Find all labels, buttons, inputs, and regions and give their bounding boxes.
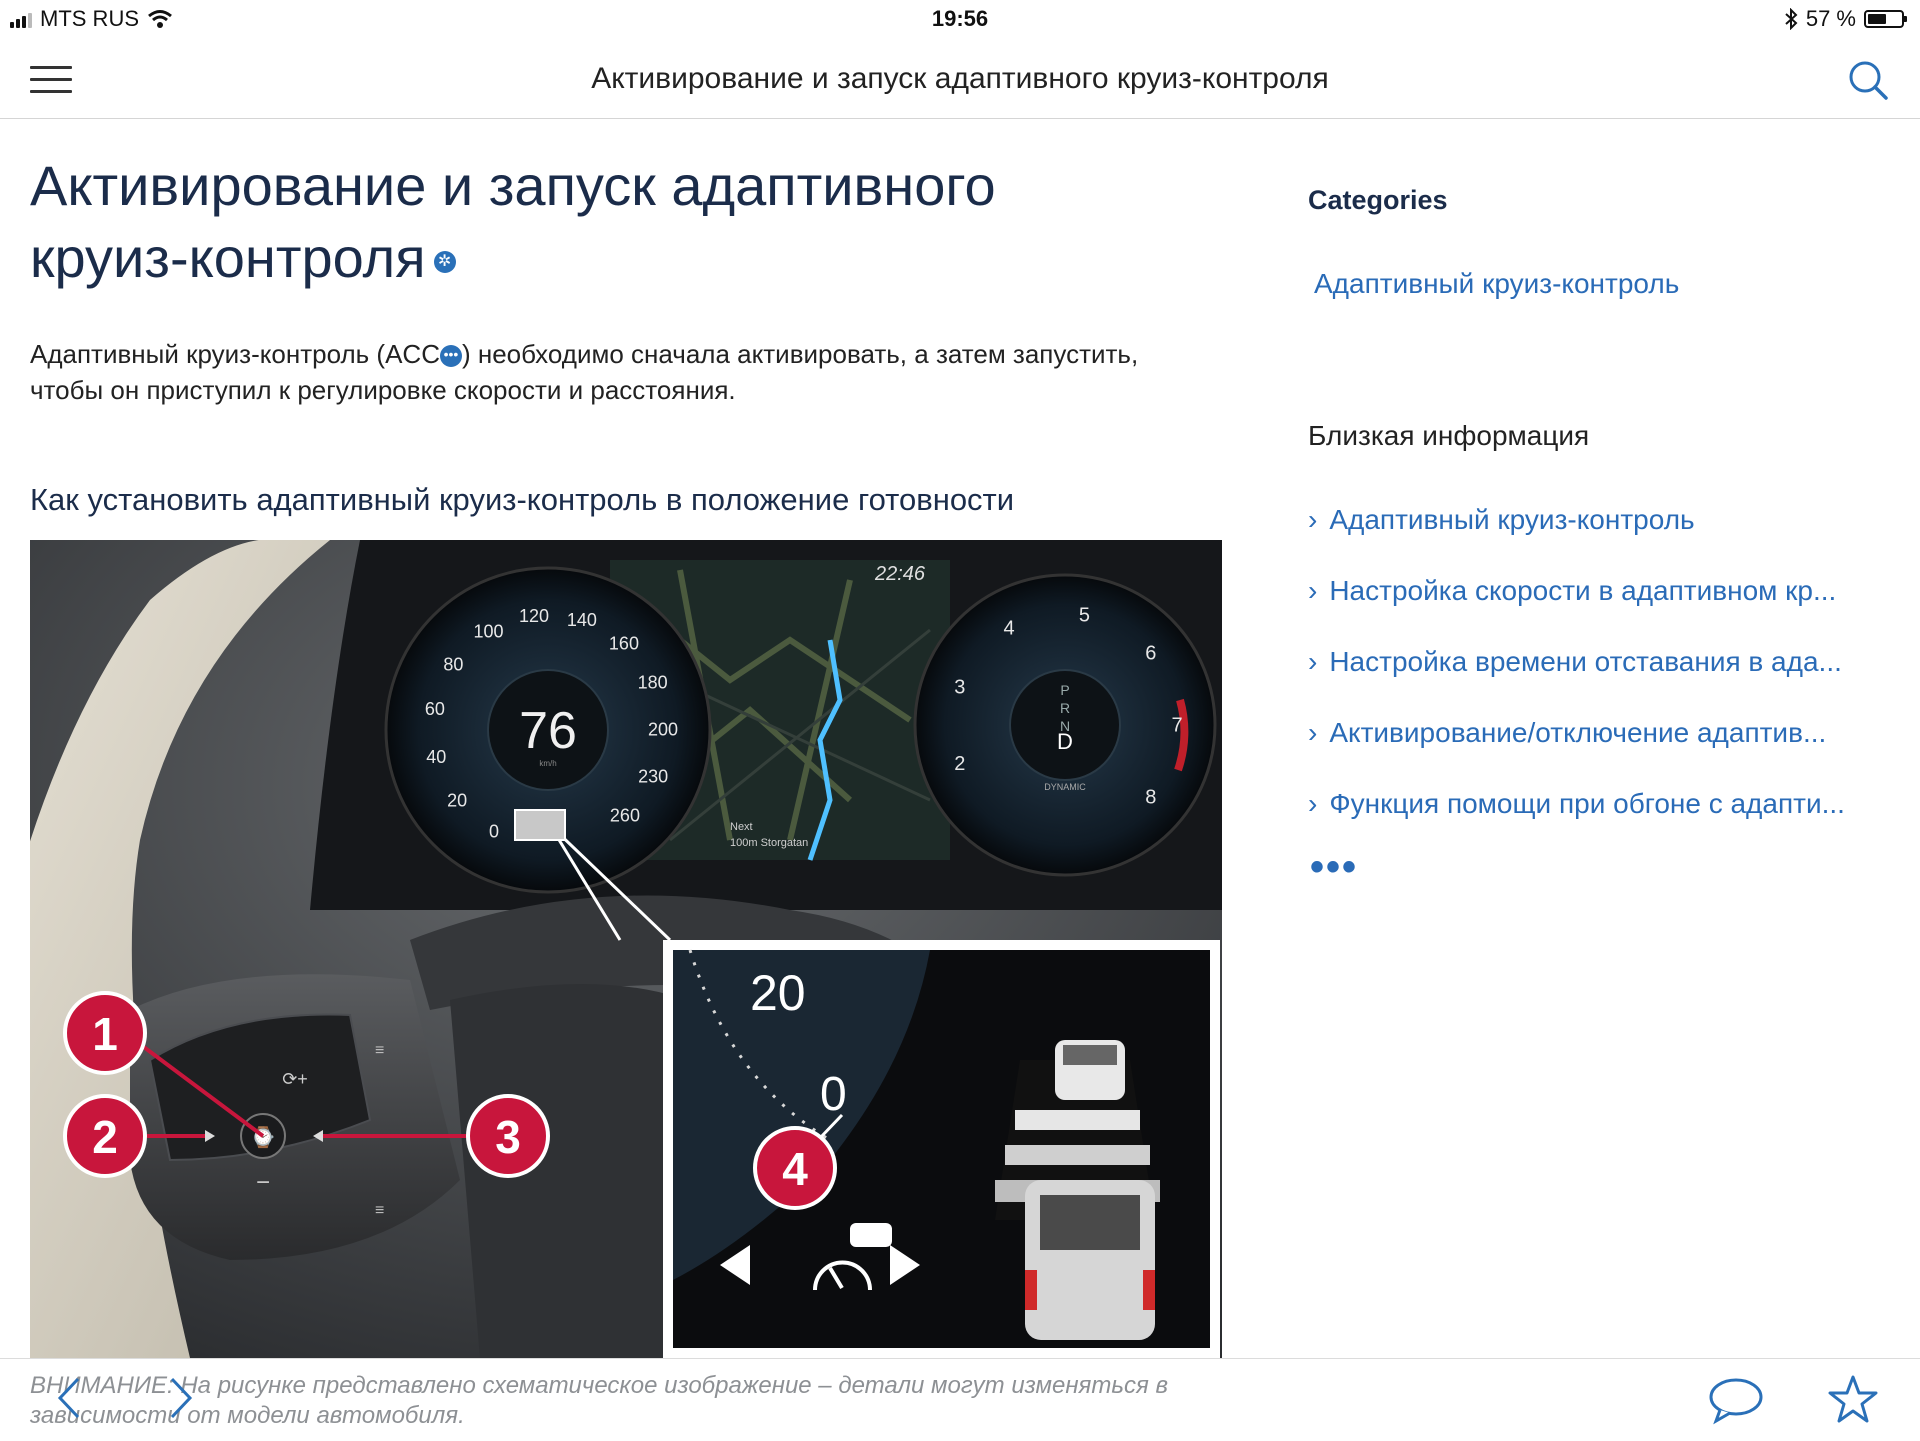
inset-zoom: 20 0 4 (663, 940, 1220, 1358)
article: Активирование и запуск адаптивного круиз… (30, 150, 1230, 518)
speedo-tick-label: 100 (473, 622, 503, 642)
bluetooth-icon (1785, 8, 1798, 30)
gear-letter: P (1060, 682, 1069, 698)
nav-next: Next (730, 821, 753, 833)
speedo-tick-label: 120 (519, 606, 549, 626)
callout-1: 1 (63, 991, 147, 1075)
battery-icon (1864, 10, 1907, 28)
speedo-tick-label: 140 (567, 610, 597, 630)
search-icon[interactable] (1846, 58, 1890, 102)
speed-unit: km/h (539, 759, 556, 768)
drive-mode: DYNAMIC (1044, 782, 1086, 792)
tacho-tick-label: 6 (1145, 643, 1156, 665)
battery-percent: 57 % (1805, 6, 1856, 31)
speedo-tick-label: 20 (447, 791, 467, 811)
chevron-right-icon: › (1308, 788, 1318, 819)
chevron-right-icon: › (1308, 575, 1318, 606)
svg-text:−: − (256, 1169, 270, 1196)
speedo-tick-label: 80 (443, 655, 463, 675)
speedo-tick-label: 260 (610, 805, 640, 825)
gear-letter: R (1060, 700, 1070, 716)
svg-text:1: 1 (92, 1008, 118, 1060)
section-heading: Как установить адаптивный круиз-контроль… (30, 482, 1015, 517)
intro-text-1: Адаптивный круиз-контроль (ACC (30, 339, 440, 369)
status-time: 19:56 (931, 6, 989, 31)
svg-text:3: 3 (495, 1111, 521, 1163)
tacho-tick-label: 7 (1171, 715, 1182, 737)
inset-speed-20: 20 (750, 965, 806, 1021)
speedo-tick-label: 160 (609, 634, 639, 654)
nav-title: Активирование и запуск адаптивного круиз… (591, 62, 1329, 95)
category-link[interactable]: Адаптивный круиз-контроль (1314, 268, 1888, 300)
speedo-tick-label: 0 (489, 822, 499, 842)
callout-2: 2 (63, 1094, 147, 1178)
chevron-right-icon: › (1308, 646, 1318, 677)
glossary-icon[interactable]: ••• (439, 345, 462, 368)
svg-text:≡: ≡ (375, 1202, 384, 1219)
bottom-toolbar: ВНИМАНИЕ: На рисунке представлено схемат… (0, 1358, 1920, 1441)
speedo-tick-label: 180 (638, 672, 668, 692)
chevron-right-icon: › (1308, 717, 1318, 748)
tacho-tick-label: 4 (1003, 618, 1014, 640)
comment-icon[interactable] (1708, 1375, 1764, 1425)
related-item[interactable]: › Настройка времени отставания в ада... (1308, 646, 1888, 717)
tacho-tick-label: 8 (1145, 787, 1156, 809)
svg-text:≡: ≡ (375, 1042, 384, 1059)
dashboard-illustration: 22:46 0 20 40 60 80 100 120 140 160 180 200 230 260 … (30, 540, 1222, 1358)
speed-value: 76 (519, 702, 577, 760)
intro-paragraph: Адаптивный круиз-контроль (ACC •••) необх… (30, 336, 1190, 408)
star-icon[interactable] (1826, 1373, 1880, 1427)
sidebar: Categories Адаптивный круиз-контроль Бли… (1308, 185, 1888, 890)
nav-bar: Активирование и запуск адаптивного круиз… (0, 40, 1920, 119)
tacho-tick-label: 3 (954, 676, 965, 698)
tacho-tick-label: 5 (1079, 604, 1090, 626)
speedo-tick-label: 230 (638, 766, 668, 786)
speedo-tick-label: 40 (426, 747, 446, 767)
tacho-tick-label: 2 (954, 753, 965, 775)
inset-speed-0: 0 (820, 1068, 847, 1121)
status-right: 57 % (1784, 6, 1907, 32)
back-arrow-icon[interactable] (50, 1373, 90, 1423)
page-title-text: Активирование и запуск адаптивного круиз… (30, 154, 996, 289)
related-item[interactable]: › Активирование/отключение адаптив... (1308, 717, 1888, 788)
dashboard-illustration-svg: 22:46 020406080100120 140160180200230260 … (30, 540, 1222, 1358)
nav-street: 100m Storgatan (730, 837, 808, 849)
related-heading: Близкая информация (1308, 420, 1590, 451)
page-title: Активирование и запуск адаптивного круиз… (30, 150, 1150, 294)
related-item[interactable]: › Настройка скорости в адаптивном кр... (1308, 575, 1888, 646)
callout-3: 3 (466, 1094, 550, 1178)
forward-arrow-icon[interactable] (160, 1373, 200, 1423)
speedo-tick-label: 200 (648, 719, 678, 739)
clock-text: 22:46 (874, 563, 926, 585)
categories-heading: Categories (1308, 185, 1448, 215)
gear-letter: D (1057, 729, 1073, 754)
favorite-badge-icon: ✲ (433, 251, 456, 274)
figure-caption: ВНИМАНИЕ: На рисунке представлено схемат… (30, 1372, 1169, 1429)
status-bar: MTS RUS 19:56 57 % (0, 0, 1920, 40)
related-item[interactable]: › Адаптивный круиз-контроль (1308, 504, 1888, 575)
speedo-tick-label: 60 (425, 699, 445, 719)
callout-4: 4 (753, 1126, 837, 1210)
svg-text:4: 4 (782, 1143, 808, 1195)
related-list: › Адаптивный круиз-контроль › Настройка ск… (1308, 504, 1888, 859)
chevron-right-icon: › (1308, 504, 1318, 535)
svg-text:⟳+: ⟳+ (282, 1069, 308, 1089)
more-related-button[interactable]: ••• (1310, 845, 1888, 890)
svg-text:2: 2 (92, 1111, 118, 1163)
